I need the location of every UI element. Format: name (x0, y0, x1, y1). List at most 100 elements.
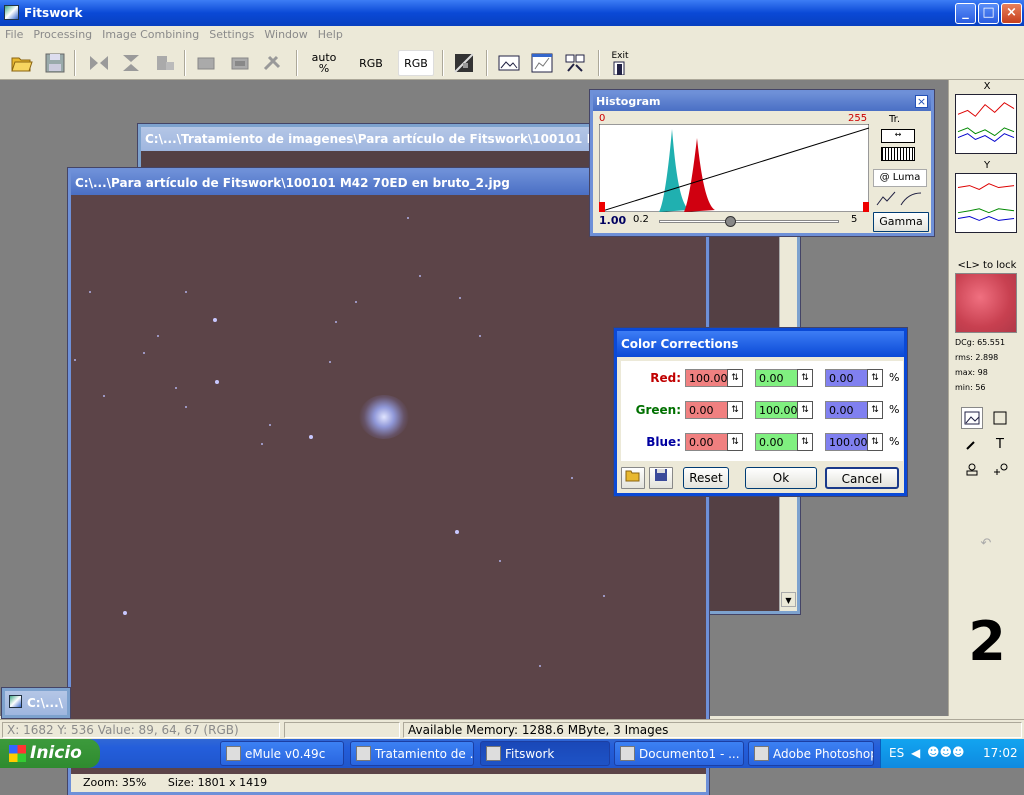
graph-window-icon (531, 53, 553, 73)
save-settings-button[interactable] (649, 467, 673, 489)
load-button[interactable] (621, 467, 645, 489)
open-button[interactable] (8, 50, 36, 76)
scroll-down-icon[interactable]: ▼ (781, 592, 796, 607)
reset-button[interactable]: Reset (683, 467, 729, 489)
task-photoshop[interactable]: Adobe Photoshop (748, 741, 874, 766)
spin-icon[interactable]: ⇅ (867, 433, 883, 451)
minimize-button[interactable]: _ (955, 3, 976, 24)
tray-icons[interactable]: ☻☻☻ (927, 745, 965, 759)
menu-settings[interactable]: Settings (204, 26, 259, 43)
picker-tool[interactable] (961, 433, 983, 455)
star (89, 291, 91, 293)
flip-vertical-icon (123, 55, 139, 71)
curve-icons[interactable] (875, 191, 923, 207)
green-row-label: Green: (635, 403, 681, 417)
close-button[interactable]: × (1001, 3, 1022, 24)
main-image-canvas[interactable] (71, 195, 706, 774)
main-image-window[interactable]: C:\...\Para artículo de Fitswork\100101 … (68, 168, 709, 795)
spin-icon[interactable]: ⇅ (797, 401, 813, 419)
maximize-button[interactable]: □ (978, 3, 999, 24)
gamma-slider[interactable] (659, 216, 839, 227)
stamp-tool[interactable] (961, 459, 983, 481)
color-corrections-title[interactable]: Color Corrections (617, 331, 904, 357)
rms-value: rms: 2.898 (955, 353, 999, 362)
workspace: C:\...\Tratamiento de imagenes\Para artí… (0, 80, 948, 795)
select-image-tool[interactable] (961, 407, 983, 429)
right-panel: X Y <L> to lock DCg: 65.551 rms: 2.898 m… (948, 80, 1024, 716)
text-tool[interactable]: T (989, 433, 1011, 455)
menu-processing[interactable]: Processing (28, 26, 97, 43)
task-emule[interactable]: eMule v0.49c (220, 741, 344, 766)
range-button[interactable]: ↔ (881, 129, 915, 143)
spin-icon[interactable]: ⇅ (867, 369, 883, 387)
star (143, 352, 145, 354)
minimized-window[interactable]: C:\...\ (2, 688, 70, 718)
spin-icon[interactable]: ⇅ (867, 401, 883, 419)
ok-button[interactable]: Ok (745, 467, 817, 489)
cancel-button[interactable]: Cancel (825, 467, 899, 489)
tray-arrow-icon[interactable]: ◀ (911, 746, 920, 760)
rgb-button-1[interactable]: RGB (352, 50, 390, 76)
folder-open-icon (625, 470, 640, 482)
histogram-tool-button[interactable] (451, 50, 477, 76)
star (123, 611, 127, 615)
histogram-graph[interactable] (599, 124, 869, 212)
histogram-title[interactable]: Histogram (593, 93, 931, 111)
gamma-button[interactable]: Gamma (873, 212, 929, 232)
tool-button-1[interactable] (194, 50, 218, 76)
photoshop-icon (754, 746, 769, 761)
menu-window[interactable]: Window (259, 26, 312, 43)
system-tray: ES ◀ ☻☻☻ 17:02 (880, 739, 1024, 768)
menu-help[interactable]: Help (313, 26, 348, 43)
tool-button-3[interactable] (260, 50, 284, 76)
measure-button[interactable] (562, 50, 588, 76)
menubar: File Processing Image Combining Settings Win… (0, 26, 1024, 44)
image-window-button[interactable] (496, 50, 522, 76)
gamma-slider-knob[interactable] (725, 216, 737, 227)
pixel-zoom-preview[interactable] (955, 273, 1017, 333)
emule-icon (226, 746, 241, 761)
add-point-tool[interactable] (989, 459, 1011, 481)
color-corrections-dialog[interactable]: Color Corrections Red: 100.00 ⇅ 0.00 ⇅ 0… (614, 328, 907, 496)
task-documento[interactable]: Documento1 - ... (614, 741, 744, 766)
star (175, 387, 177, 389)
folder-icon (356, 746, 371, 761)
spin-icon[interactable]: ⇅ (727, 401, 743, 419)
fitswork-icon (4, 5, 19, 20)
histogram-close-icon[interactable]: × (915, 95, 928, 108)
spin-icon[interactable]: ⇅ (797, 433, 813, 451)
stripes-button[interactable] (881, 147, 915, 161)
menu-image-combining[interactable]: Image Combining (97, 26, 204, 43)
task-tratamiento[interactable]: Tratamiento de ... (350, 741, 474, 766)
display-number: 2 (968, 610, 1006, 673)
tool-button-2[interactable] (228, 50, 252, 76)
menu-file[interactable]: File (0, 26, 28, 43)
percent-label: % (889, 403, 900, 416)
undo-icon[interactable]: ↶ (975, 532, 997, 554)
spin-icon[interactable]: ⇅ (797, 369, 813, 387)
blue-row-label: Blue: (646, 435, 681, 449)
graph-window-button[interactable] (529, 50, 555, 76)
status-empty (284, 722, 400, 738)
spin-icon[interactable]: ⇅ (727, 369, 743, 387)
percent-label: % (889, 371, 900, 384)
rgb-button-2[interactable]: RGB (398, 50, 434, 76)
flip-vertical-button[interactable] (118, 50, 144, 76)
flip-horizontal-button[interactable] (86, 50, 112, 76)
app-titlebar[interactable]: Fitswork _ □ × (0, 0, 1024, 26)
rectangle-tool[interactable] (989, 407, 1011, 429)
language-indicator[interactable]: ES (889, 746, 904, 760)
task-fitswork[interactable]: Fitswork (480, 741, 610, 766)
star (335, 321, 337, 323)
auto-stretch-button[interactable]: auto% (306, 50, 342, 76)
save-button[interactable] (42, 50, 68, 76)
rotate-button[interactable] (152, 50, 178, 76)
app-title: Fitswork (24, 6, 83, 20)
add-point-icon (994, 463, 1008, 475)
start-button[interactable]: Inicio (0, 739, 100, 768)
spin-icon[interactable]: ⇅ (727, 433, 743, 451)
histogram-window[interactable]: Histogram × 0 255 Tr. ↔ @ Luma 1.00 0.2 … (590, 90, 934, 236)
exit-button[interactable]: Exit (606, 50, 634, 76)
luma-button[interactable]: @ Luma (873, 169, 927, 187)
word-icon (620, 746, 635, 761)
